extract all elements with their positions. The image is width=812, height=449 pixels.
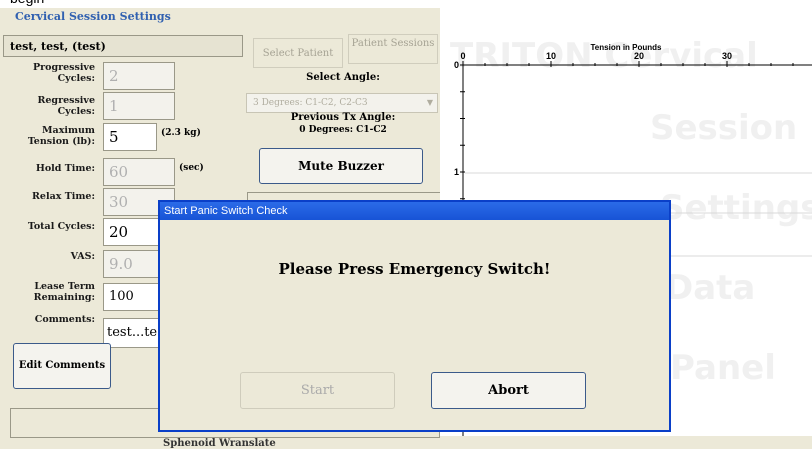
edit-comments-button[interactable]: Edit Comments (13, 343, 111, 389)
angle-select-value: 3 Degrees: C1-C2, C2-C3 (253, 98, 368, 108)
chart-x-tick-label: 10 (546, 51, 556, 61)
relax-time-label: Relax Time: (32, 191, 95, 202)
max-tension-unit: (2.3 kg) (161, 128, 201, 138)
max-tension-field[interactable]: 5 (103, 123, 157, 151)
background-top-strip: begin (0, 0, 812, 8)
hold-time-unit: (sec) (179, 163, 204, 173)
previous-tx-label: Previous Tx Angle: (290, 112, 396, 123)
chart-x-tick-label: 20 (634, 51, 644, 61)
patient-name-field: test, test, (test) (3, 35, 243, 57)
panic-switch-dialog: Start Panic Switch Check Please Press Em… (158, 200, 671, 432)
background-text: begin (10, 0, 44, 6)
dialog-titlebar: Start Panic Switch Check (160, 202, 669, 220)
chart-x-tick-label: 30 (722, 51, 732, 61)
chart-x-tick-label: 0 (460, 51, 465, 61)
chart-y-tick-label: 0 (454, 60, 459, 70)
angle-select-dropdown[interactable]: 3 Degrees: C1-C2, C2-C3 ▼ (246, 93, 438, 113)
abort-button[interactable]: Abort (431, 372, 586, 409)
comments-label: Comments: (34, 314, 95, 325)
lease-term-label: Lease Term Remaining: (33, 281, 95, 303)
progressive-cycles-field[interactable]: 2 (103, 62, 175, 90)
select-patient-button[interactable]: Select Patient (253, 38, 343, 68)
chart-title: Tension in Pounds (591, 43, 663, 52)
vas-label: VAS: (70, 251, 95, 262)
bottom-group-label: Sphenoid Wranslate (163, 438, 276, 449)
start-button[interactable]: Start (240, 372, 395, 409)
dialog-message: Please Press Emergency Switch! (278, 260, 551, 278)
mute-buzzer-button[interactable]: Mute Buzzer (259, 148, 423, 184)
chevron-down-icon: ▼ (426, 98, 433, 107)
total-cycles-label: Total Cycles: (27, 221, 95, 232)
max-tension-label: Maximum Tension (lb): (27, 125, 95, 147)
regressive-cycles-label: Regressive Cycles: (37, 95, 95, 117)
previous-tx-value: 0 Degrees: C1-C2 (299, 125, 387, 135)
select-angle-label: Select Angle: (306, 72, 380, 83)
patient-sessions-button[interactable]: Patient Sessions (348, 34, 438, 64)
panel-title: Cervical Session Settings (15, 10, 171, 23)
chart-y-tick-label: 1 (454, 167, 459, 177)
regressive-cycles-field[interactable]: 1 (103, 92, 175, 120)
progressive-cycles-label: Progressive Cycles: (32, 62, 95, 84)
hold-time-label: Hold Time: (35, 163, 95, 174)
hold-time-field[interactable]: 60 (103, 158, 175, 186)
